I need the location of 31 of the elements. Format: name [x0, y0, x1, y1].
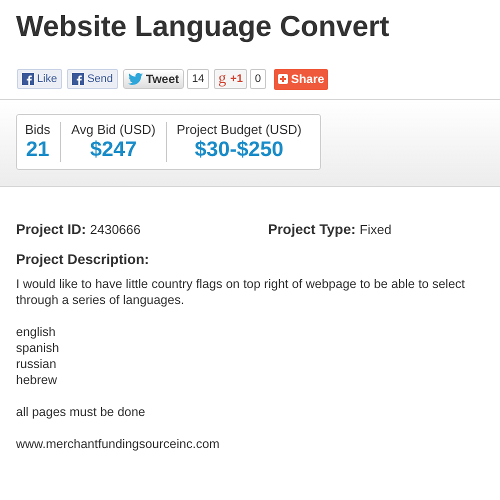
description-text: www.merchantfundingsourceinc.com	[16, 436, 221, 452]
field-value: Fixed	[360, 221, 392, 239]
facebook-icon	[22, 73, 34, 85]
description-text: spanish	[16, 340, 60, 356]
share-count: 14	[187, 69, 210, 89]
description-text: russian	[16, 356, 58, 372]
description-text: english	[16, 324, 57, 340]
stat-label: Project Budget (USD)	[176, 122, 302, 138]
share-count: 0	[250, 69, 266, 89]
description-text: all pages must be done	[16, 404, 146, 420]
g-letter: g	[218, 71, 226, 87]
field-value: 2430666	[90, 221, 141, 239]
tweet-button[interactable]: Tweet	[122, 69, 184, 89]
description-text: I would like to have little country flags on top right of webpage to be able to select through a series of languages.	[16, 276, 466, 308]
like-button[interactable]: Like	[17, 69, 62, 89]
section-heading: Project Description:	[15, 250, 150, 269]
stat-value: $30-$250	[194, 138, 284, 162]
bird-icon	[128, 73, 143, 85]
description-text: hebrew	[16, 372, 58, 388]
share-button[interactable]: Share	[274, 68, 328, 90]
stat-value: $247	[90, 138, 137, 162]
stat-label: Avg Bid (USD)	[71, 122, 156, 138]
page-title: Website Language Convert	[15, 10, 390, 44]
stat-label: Bids	[25, 122, 50, 138]
send-button[interactable]: Send	[67, 69, 118, 89]
plus-one-button[interactable]: g +1	[214, 69, 247, 89]
facebook-icon	[72, 73, 84, 85]
field-label: Project Type:	[268, 220, 356, 239]
field-label: Project ID:	[16, 220, 86, 239]
stat-value: 21	[26, 138, 50, 162]
plus-icon	[278, 74, 288, 84]
